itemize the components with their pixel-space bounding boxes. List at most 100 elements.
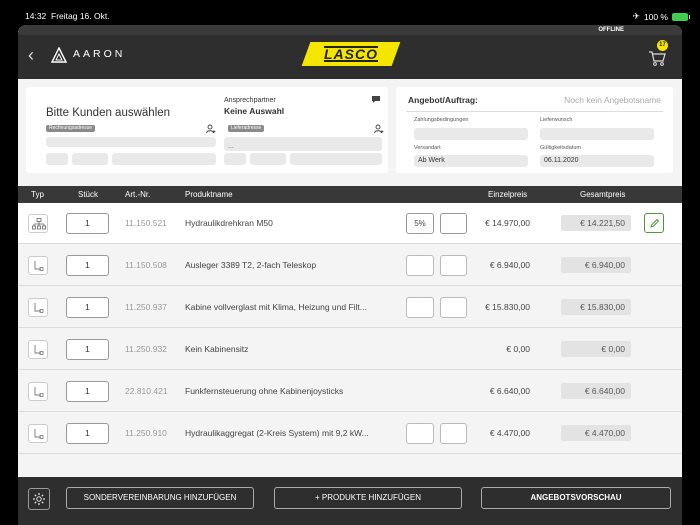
discount-input[interactable] [406, 297, 434, 318]
article-number: 11.150.521 [125, 218, 167, 228]
status-time-date: 14:32 Freitag 16. Okt. [25, 11, 110, 21]
unit-price: € 6.640,00 [489, 386, 530, 396]
col-art: Art.-Nr. [125, 190, 151, 199]
billing-field-city[interactable] [112, 153, 216, 165]
type-button[interactable] [28, 214, 48, 233]
discount-amount-input[interactable] [440, 297, 467, 318]
billing-address-field[interactable] [46, 137, 216, 147]
table-row[interactable]: 1 11.150.521 Hydraulikdrehkran M50 5% € … [18, 203, 682, 244]
table-row[interactable]: 1 11.150.508 Ausleger 3389 T2, 2-fach Te… [18, 245, 682, 286]
discount-amount-input[interactable] [440, 213, 467, 234]
quantity-input[interactable]: 1 [66, 423, 109, 444]
total-price: € 4.470,00 [561, 425, 631, 441]
delivery-address-tag: Lieferadresse [228, 125, 265, 132]
settings-button[interactable] [28, 488, 50, 510]
col-qty: Stück [78, 190, 99, 199]
product-name: Kabine vollverglast mit Klima, Heizung u… [185, 302, 367, 312]
battery-percent: 100 % [643, 11, 668, 22]
customer-card: Bitte Kunden auswählen Ansprechpartner K… [26, 87, 388, 173]
person-add-icon[interactable] [374, 124, 384, 134]
total-price: € 14.221,50 [561, 215, 631, 231]
sub-item-icon [34, 261, 44, 271]
airplane-icon: ✈ [632, 11, 640, 21]
product-name: Hydraulikdrehkran M50 [185, 218, 273, 228]
sub-item-icon [34, 387, 44, 397]
delivery-field-small-1[interactable] [224, 153, 246, 165]
edit-button[interactable] [644, 213, 664, 233]
type-button[interactable] [28, 256, 48, 275]
payment-terms-field[interactable] [414, 128, 528, 140]
type-button[interactable] [28, 298, 48, 317]
status-time: 14:32 [25, 11, 47, 21]
delivery-wish-field[interactable] [540, 128, 654, 140]
sub-item-icon [34, 345, 44, 355]
col-unit-price: Einzelpreis [488, 190, 528, 199]
divider [406, 111, 663, 112]
article-number: 11.250.937 [125, 302, 167, 312]
quantity-input[interactable]: 1 [66, 339, 109, 360]
offline-banner: OFFLINE [18, 25, 682, 35]
pencil-icon [650, 218, 660, 228]
discount-input[interactable] [406, 423, 434, 444]
app-name: AARON [73, 48, 126, 60]
delivery-field-small-2[interactable] [250, 153, 286, 165]
type-button[interactable] [28, 340, 48, 359]
billing-field-small-2[interactable] [72, 153, 108, 165]
offer-title: Angebot/Auftrag: [408, 95, 478, 105]
article-number: 11.250.932 [125, 344, 167, 354]
unit-price: € 15.830,00 [485, 302, 530, 312]
discount-amount-input[interactable] [440, 423, 467, 444]
product-name: Ausleger 3389 T2, 2-fach Teleskop [185, 260, 317, 270]
discount-input[interactable] [406, 255, 434, 276]
table-row[interactable]: 1 11.250.937 Kabine vollverglast mit Kli… [18, 287, 682, 328]
brand-logo: LASCO [301, 42, 401, 66]
discount-input[interactable]: 5% [406, 213, 434, 234]
type-button[interactable] [28, 424, 48, 443]
table-row[interactable]: 1 11.250.910 Hydraulikaggregat (2-Kreis … [18, 413, 682, 454]
brand-logo-text: LASCO [324, 46, 378, 62]
hierarchy-icon [32, 218, 46, 230]
delivery-field-city[interactable] [290, 153, 382, 165]
quantity-input[interactable]: 1 [66, 381, 109, 402]
cart-count-badge: 17 [657, 40, 668, 51]
offer-name-value[interactable]: Noch kein Angebotsname [564, 95, 661, 105]
back-chevron-icon[interactable]: ‹ [28, 45, 34, 65]
quantity-input[interactable]: 1 [66, 255, 109, 276]
add-products-button[interactable]: + PRODUKTE HINZUFÜGEN [274, 487, 462, 509]
total-price: € 6.940,00 [561, 257, 631, 273]
quantity-input[interactable]: 1 [66, 213, 109, 234]
discount-amount-input[interactable] [440, 255, 467, 276]
article-number: 11.250.910 [125, 428, 167, 438]
table-row[interactable]: 1 11.250.932 Kein Kabinensitz € 0,00 € 0… [18, 329, 682, 370]
select-customer-title[interactable]: Bitte Kunden auswählen [46, 107, 170, 119]
chat-icon[interactable] [371, 95, 381, 104]
unit-price: € 4.470,00 [489, 428, 530, 438]
total-price: € 6.640,00 [561, 383, 631, 399]
offer-preview-button[interactable]: ANGEBOTSVORSCHAU [481, 487, 671, 509]
type-button[interactable] [28, 382, 48, 401]
product-name: Hydraulikaggregat (2-Kreis System) mit 9… [185, 428, 369, 438]
col-name: Produktname [185, 190, 233, 199]
cart-icon[interactable] [648, 49, 666, 67]
billing-address-tag: Rechnungsadresse [46, 125, 96, 132]
gear-icon [33, 493, 45, 505]
quantity-input[interactable]: 1 [66, 297, 109, 318]
unit-price: € 6.940,00 [489, 260, 530, 270]
total-price: € 0,00 [561, 341, 631, 357]
status-date: Freitag 16. Okt. [51, 11, 110, 21]
sub-item-icon [34, 429, 44, 439]
table-header: Typ Stück Art.-Nr. Produktname Einzelpre… [18, 186, 682, 203]
contact-value[interactable]: Keine Auswahl [224, 106, 284, 116]
add-special-agreement-button[interactable]: SONDERVEREINBARUNG HINZUFÜGEN [66, 487, 254, 509]
person-add-icon[interactable] [206, 124, 216, 134]
validity-date-field[interactable]: 06.11.2020 [540, 155, 654, 167]
billing-field-small-1[interactable] [46, 153, 68, 165]
delivery-address-field[interactable] [224, 137, 382, 151]
unit-price: € 14.970,00 [485, 218, 530, 228]
battery-icon [672, 12, 690, 21]
shipping-method-label: Versandart [414, 145, 441, 151]
shipping-method-field[interactable]: Ab Werk [414, 155, 528, 167]
table-row[interactable]: 1 22.810.421 Funkfernsteuerung ohne Kabi… [18, 371, 682, 412]
footer-toolbar: SONDERVEREINBARUNG HINZUFÜGEN + PRODUKTE… [18, 477, 682, 525]
product-name: Kein Kabinensitz [185, 344, 249, 354]
